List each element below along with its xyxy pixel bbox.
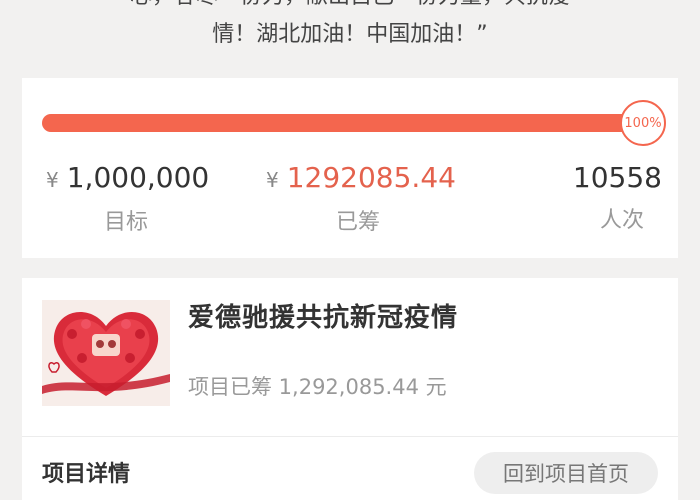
stat-donor-count: 10558 人次 (552, 160, 662, 236)
progress-bar (42, 114, 642, 132)
donor-count-value: 10558 (572, 161, 662, 194)
intro-line-2: 情！湖北加油！中国加油！” (212, 22, 488, 47)
back-to-project-home-button[interactable]: 回到项目首页 (474, 452, 658, 494)
currency-symbol: ¥ (266, 168, 279, 192)
progress-bar-fill (42, 114, 642, 132)
fundraising-progress-card: 100% ¥1,000,000 目标 ¥1292085.44 已筹 10558 … (22, 78, 678, 258)
project-details-heading: 项目详情 (42, 462, 131, 487)
intro-text: 心，容尽一份力，献出自己一份力量，共抗疫 情！湖北加油！中国加油！” (0, 0, 700, 54)
stat-raised: ¥1292085.44 已筹 (266, 160, 486, 238)
raised-value: 1292085.44 (286, 161, 456, 194)
project-thumbnail[interactable] (42, 300, 170, 406)
progress-percent-badge: 100% (620, 100, 666, 146)
divider (22, 436, 678, 437)
target-label: 目标 (104, 210, 149, 235)
target-value: 1,000,000 (66, 161, 210, 194)
donor-count-label: 人次 (599, 208, 644, 233)
project-card[interactable]: 爱德驰援共抗新冠疫情 项目已筹 1,292,085.44 元 项目详情 回到项目… (22, 278, 678, 500)
project-raised-amount: 项目已筹 1,292,085.44 元 (188, 375, 447, 399)
currency-symbol: ¥ (46, 168, 59, 192)
stat-target: ¥1,000,000 目标 (46, 160, 246, 238)
heart-image-icon (42, 300, 170, 406)
raised-label: 已筹 (336, 210, 381, 235)
project-title[interactable]: 爱德驰援共抗新冠疫情 (188, 300, 458, 336)
intro-line-1: 心，容尽一份力，献出自己一份力量，共抗疫 (0, 0, 700, 16)
